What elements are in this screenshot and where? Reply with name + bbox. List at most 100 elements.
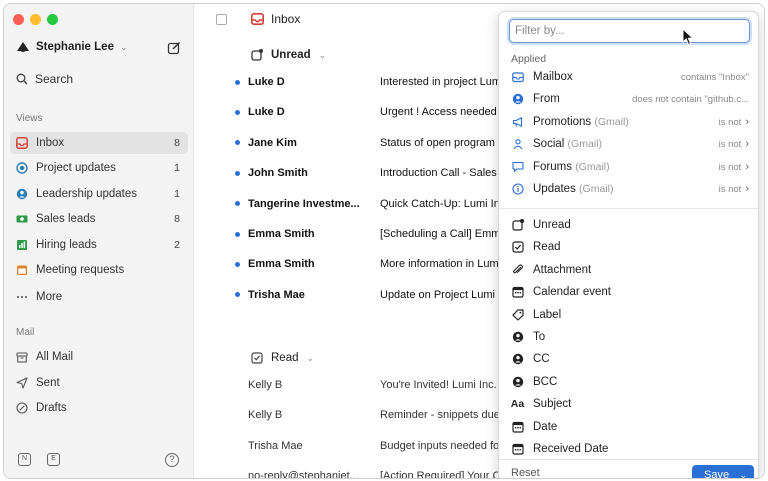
close-window-button[interactable]	[13, 14, 24, 25]
sidebar-item-project-updates[interactable]: Project updates 1	[10, 157, 188, 179]
filter-condition[interactable]: is not ›	[719, 138, 749, 150]
sidebar-item-drafts[interactable]: Drafts	[10, 397, 188, 419]
calendar-app-icon[interactable]: E	[47, 453, 60, 466]
table-row[interactable]: Trisha Mae Budget inputs needed for	[195, 436, 505, 456]
chevron-right-icon: ›	[745, 115, 749, 128]
filter-option-cc[interactable]: CC	[499, 348, 758, 370]
applied-filter-forums[interactable]: Forums (Gmail) is not ›	[499, 156, 758, 178]
filter-condition[interactable]: is not ›	[719, 183, 749, 195]
table-row[interactable]: Emma Smith [Scheduling a Call] Emm	[195, 224, 505, 244]
chevron-down-icon: ⌄	[318, 49, 327, 60]
applied-filter-mailbox[interactable]: Mailbox contains "Inbox"	[499, 66, 758, 88]
filter-option-to[interactable]: To	[499, 326, 758, 348]
applied-section-label: Applied	[511, 53, 547, 65]
filter-condition[interactable]: is not ›	[719, 116, 749, 128]
sidebar-item-more[interactable]: More	[10, 286, 188, 308]
sidebar-item-inbox[interactable]: Inbox 8	[10, 132, 188, 154]
filter-option-label: Attachment	[533, 263, 592, 276]
paperclip-icon	[511, 263, 524, 276]
subject-text: Status of open program	[380, 136, 495, 149]
filter-option-received-date[interactable]: Received Date	[499, 438, 758, 460]
sidebar-item-hiring-leads[interactable]: Hiring leads 2	[10, 234, 188, 256]
filter-condition[interactable]: does not contain "github.c...	[632, 94, 749, 105]
search-button[interactable]: Search	[16, 72, 73, 86]
table-row[interactable]: Kelly B You're Invited! Lumi Inc. E	[195, 375, 505, 395]
filter-condition[interactable]: contains "Inbox"	[681, 72, 749, 83]
chevron-right-icon: ›	[745, 183, 749, 195]
unread-dot-icon	[235, 231, 240, 237]
filter-popover: Applied Mailbox contains "Inbox" From does …	[498, 11, 759, 479]
filter-option-subject[interactable]: Aa Subject	[499, 393, 758, 415]
filter-option-label: To	[533, 331, 546, 343]
sidebar-item-sales-leads[interactable]: Sales leads 8	[10, 208, 188, 230]
sender-name: Emma Smith	[248, 258, 315, 271]
filter-condition-text: is not	[718, 139, 742, 151]
subject-text: Update on Project Lumi	[380, 288, 495, 301]
table-row[interactable]: no-reply@stephaniet... [Action Required] …	[195, 466, 505, 479]
archive-icon	[16, 351, 28, 363]
filter-condition-text: is not	[718, 184, 742, 195]
unread-dot-icon	[235, 292, 240, 298]
filter-option-attachment[interactable]: Attachment	[499, 259, 758, 281]
filter-condition-text: contains "Inbox"	[680, 71, 749, 83]
filter-option-label[interactable]: Label	[499, 304, 758, 326]
table-row[interactable]: Trisha Mae Update on Project Lumi	[195, 285, 505, 305]
filter-option-label: Subject	[533, 398, 572, 411]
applied-filter-updates[interactable]: Updates (Gmail) is not ›	[499, 178, 758, 200]
search-label: Search	[35, 72, 74, 86]
filter-option-date[interactable]: Date	[499, 416, 758, 438]
sidebar-item-count: 2	[174, 238, 180, 251]
cc-icon	[511, 353, 524, 366]
sidebar-item-label: Sent	[36, 376, 60, 389]
unread-group-label: Unread	[271, 49, 311, 61]
filter-option-label: Read	[533, 241, 561, 254]
table-row[interactable]: John Smith Introduction Call - Sales	[195, 163, 505, 183]
unread-group-header[interactable]: Unread ⌄	[251, 49, 326, 61]
select-all-checkbox[interactable]	[216, 14, 227, 25]
filter-option-read[interactable]: Read	[499, 236, 758, 258]
sidebar-item-all-mail[interactable]: All Mail	[10, 346, 188, 368]
save-button[interactable]: Save ⌄	[692, 465, 754, 479]
unread-icon	[511, 219, 524, 232]
maximize-window-button[interactable]	[47, 14, 58, 25]
chevron-down-icon: ⌄	[306, 352, 315, 363]
table-row[interactable]: Luke D Urgent ! Access needed	[195, 102, 505, 122]
chevron-down-icon[interactable]: ⌄	[739, 470, 747, 479]
mail-section-label: Mail	[16, 327, 35, 338]
sidebar-item-leadership-updates[interactable]: Leadership updates 1	[10, 183, 188, 205]
compose-icon[interactable]	[167, 41, 181, 55]
notion-icon[interactable]: N	[18, 453, 31, 466]
help-icon[interactable]: ?	[165, 453, 179, 467]
filter-condition[interactable]: is not ›	[719, 161, 749, 173]
sidebar-item-sent[interactable]: Sent	[10, 372, 188, 394]
table-row[interactable]: Jane Kim Status of open program	[195, 133, 505, 153]
table-row[interactable]: Kelly B Reminder - snippets due	[195, 405, 505, 425]
bcc-icon	[511, 375, 524, 388]
sidebar-item-label: Inbox	[36, 137, 65, 149]
applied-filter-promotions[interactable]: Promotions (Gmail) is not ›	[499, 111, 758, 133]
filter-option-unread[interactable]: Unread	[499, 214, 758, 236]
table-row[interactable]: Emma Smith More information in Lumi	[195, 254, 505, 274]
ellipsis-icon	[16, 291, 28, 303]
filter-input[interactable]	[509, 19, 750, 43]
filter-option-calendar-event[interactable]: Calendar event	[499, 281, 758, 303]
table-row[interactable]: Luke D Interested in project Lumi	[195, 72, 505, 92]
mouse-cursor-icon	[682, 28, 694, 46]
reset-button[interactable]: Reset	[511, 467, 540, 478]
filter-label-text: Mailbox	[533, 71, 573, 83]
table-row[interactable]: Tangerine Investme... Quick Catch-Up: Lum…	[195, 194, 505, 214]
gmail-tag: (Gmail)	[567, 138, 602, 151]
unread-dot-icon	[235, 79, 240, 85]
filter-condition-text: is not	[718, 161, 742, 173]
sender-name: Trisha Mae	[248, 288, 305, 301]
read-group-header[interactable]: Read ⌄	[251, 352, 314, 364]
subject-text: You're Invited! Lumi Inc. E	[380, 379, 500, 391]
filter-option-bcc[interactable]: BCC	[499, 371, 758, 393]
subject-text: [Action Required] Your C	[380, 470, 500, 479]
divider	[499, 208, 758, 209]
minimize-window-button[interactable]	[30, 14, 41, 25]
applied-filter-social[interactable]: Social (Gmail) is not ›	[499, 133, 758, 155]
sidebar-item-meeting-requests[interactable]: Meeting requests	[10, 259, 188, 281]
account-switcher[interactable]: Stephanie Lee ⌄	[16, 40, 128, 54]
applied-filter-from[interactable]: From does not contain "github.c...	[499, 88, 758, 110]
